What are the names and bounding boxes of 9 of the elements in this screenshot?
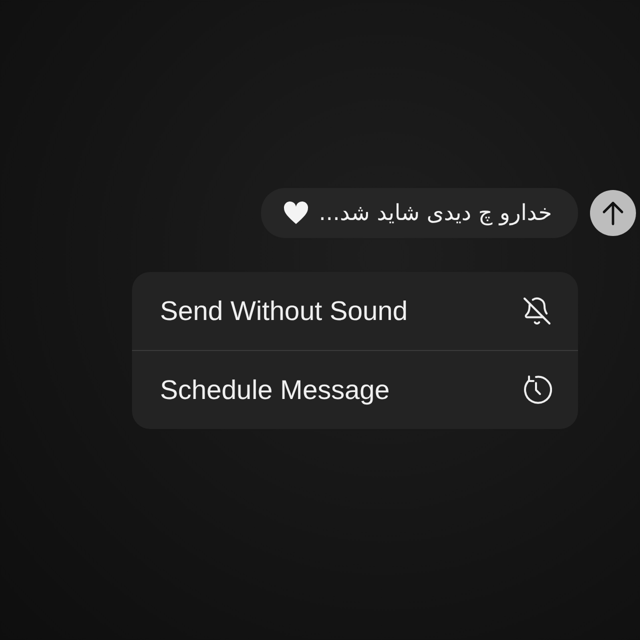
menu-item[interactable]: Schedule Message <box>132 350 578 429</box>
send-button[interactable] <box>590 190 636 236</box>
heart-icon <box>282 201 309 225</box>
menu-item[interactable]: Send Without Sound <box>132 272 578 350</box>
arrow-up-icon <box>601 200 625 226</box>
message-text: خدارو چ دیدی شاید شد... <box>318 200 552 226</box>
menu-item-label: Send Without Sound <box>160 296 408 326</box>
bell-off-icon <box>522 296 552 326</box>
menu-item-label: Schedule Message <box>160 374 390 406</box>
